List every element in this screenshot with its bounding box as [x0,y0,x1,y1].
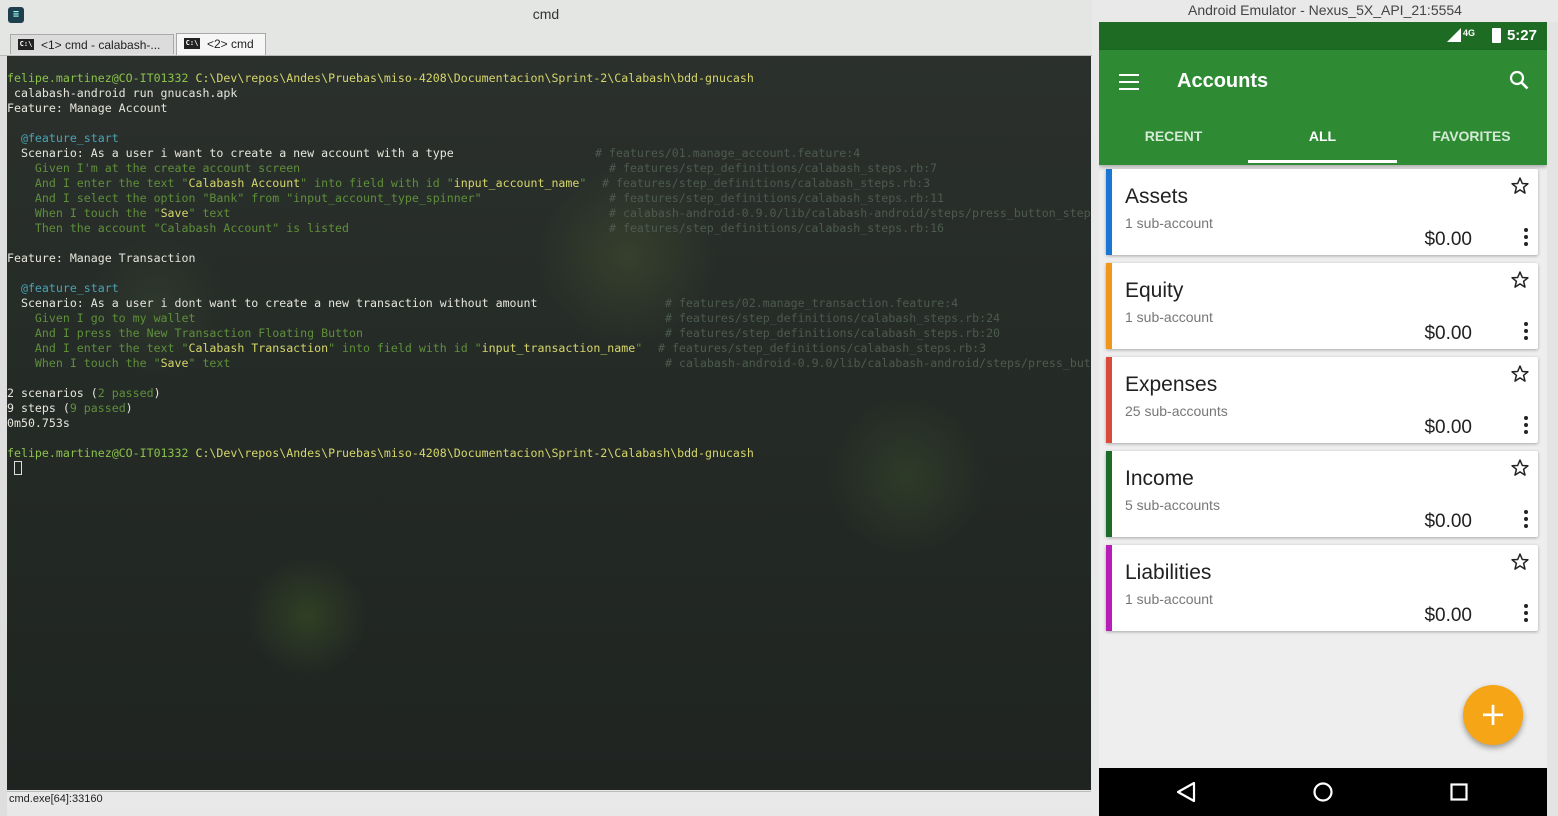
android-status-bar: 4G 5:27 [1099,22,1547,50]
account-name: Assets [1125,185,1189,208]
prompt-path: C:\Dev\repos\Andes\Pruebas\miso-4208\Doc… [195,71,754,85]
step-line: When I touch the "Save" text # calabash-a… [7,356,1091,370]
account-balance: $0.00 [1424,511,1472,532]
overflow-icon[interactable] [1524,510,1528,528]
cmd-tab-1[interactable]: C:\ <1> cmd - calabash-... [10,34,174,54]
step-line: Then the account "Calabash Account" is l… [7,221,945,235]
step-line: Given I go to my wallet # features/step_d… [7,311,1001,325]
android-nav-bar [1099,768,1547,816]
account-color-bar [1106,451,1112,537]
scenario-line: Scenario: As a user i dont want to creat… [7,296,959,310]
search-icon[interactable] [1509,70,1529,90]
overflow-icon[interactable] [1524,228,1528,246]
signal-icon [1447,28,1461,42]
scenario-line: Scenario: As a user i want to create a n… [7,146,861,160]
overflow-icon[interactable] [1524,416,1528,434]
network-type: 4G [1462,28,1475,38]
duration-line: 0m50.753s [7,416,70,430]
step-line: Given I'm at the create account screen # … [7,161,938,175]
account-subaccounts: 25 sub-accounts [1125,403,1228,419]
account-name: Income [1125,467,1194,490]
account-subaccounts: 1 sub-account [1125,215,1213,231]
account-balance: $0.00 [1424,417,1472,438]
prompt-user: felipe.martinez@CO-IT01332 [7,446,189,460]
add-account-fab[interactable]: + [1463,685,1523,745]
tab-favorites[interactable]: FAVORITES [1397,128,1546,144]
account-card[interactable]: Liabilities 1 sub-account $0.00 [1106,545,1538,631]
cmd-tab-2-label: <2> cmd [207,37,254,51]
cmd-frame-edge [0,56,7,816]
phone-screen[interactable]: 4G 5:27 Accounts RECENT ALL FAVORITES As… [1099,22,1547,816]
account-name: Liabilities [1125,561,1212,584]
android-emulator-window: Android Emulator - Nexus_5X_API_21:5554 … [1092,0,1558,816]
app-bar: Accounts RECENT ALL FAVORITES [1099,50,1547,165]
step-line: And I enter the text "Calabash Account" … [7,176,931,190]
cmd-titlebar: ≡ cmd [0,0,1092,30]
star-icon[interactable] [1510,270,1530,290]
tab-all[interactable]: ALL [1248,128,1397,144]
emulator-frame-edge [1547,22,1558,816]
step-line: And I press the New Transaction Floating… [7,326,1001,340]
account-balance: $0.00 [1424,605,1472,626]
prompt-user: felipe.martinez@CO-IT01332 [7,71,189,85]
text-cursor [13,461,22,475]
step-line: And I enter the text "Calabash Transacti… [7,341,987,355]
account-card[interactable]: Equity 1 sub-account $0.00 [1106,263,1538,349]
account-name: Expenses [1125,373,1218,396]
status-time: 5:27 [1506,27,1537,44]
home-icon[interactable] [1293,768,1353,816]
account-name: Equity [1125,279,1184,302]
account-color-bar [1106,169,1112,255]
prompt-line: felipe.martinez@CO-IT01332 C:\Dev\repos\… [7,446,1091,461]
command-line: calabash-android run gnucash.apk [7,86,238,100]
feature-line: Feature: Manage Transaction [7,251,196,265]
recents-icon[interactable] [1429,768,1489,816]
summary-steps: 9 steps (9 passed) [7,401,133,415]
prompt-path: C:\Dev\repos\Andes\Pruebas\miso-4208\Doc… [195,446,754,460]
summary-scenarios: 2 scenarios (2 passed) [7,386,161,400]
account-card[interactable]: Expenses 25 sub-accounts $0.00 [1106,357,1538,443]
cmd-tab-2[interactable]: C:\ <2> cmd [176,33,266,55]
cmd-status-bar: cmd.exe[64]:33160 [7,791,1091,807]
account-color-bar [1106,263,1112,349]
account-balance: $0.00 [1424,229,1472,250]
account-card[interactable]: Assets 1 sub-account $0.00 [1106,169,1538,255]
account-balance: $0.00 [1424,323,1472,344]
cmd-window-title: cmd [532,6,560,22]
overflow-icon[interactable] [1524,322,1528,340]
battery-icon [1492,28,1501,43]
account-color-bar [1106,545,1112,631]
star-icon[interactable] [1510,176,1530,196]
console-icon: C:\ [18,39,34,50]
back-icon[interactable] [1156,768,1216,816]
cmd-window: ≡ cmd C:\ <1> cmd - calabash-... C:\ <2>… [0,0,1092,816]
tag-line: @feature_start [7,131,119,145]
star-icon[interactable] [1510,458,1530,478]
step-line: When I touch the "Save" text # calabash-a… [7,206,1091,220]
tag-line: @feature_start [7,281,119,295]
app-title: Accounts [1177,70,1269,92]
account-subaccounts: 1 sub-account [1125,591,1213,607]
emulator-title: Android Emulator - Nexus_5X_API_21:5554 [1188,2,1462,18]
console-icon: C:\ [184,38,200,49]
account-subaccounts: 1 sub-account [1125,309,1213,325]
cmd-tab-bar: C:\ <1> cmd - calabash-... C:\ <2> cmd [0,30,1092,56]
overflow-icon[interactable] [1524,604,1528,622]
menu-icon[interactable] [1119,74,1139,90]
star-icon[interactable] [1510,552,1530,572]
prompt-line: felipe.martinez@CO-IT01332 C:\Dev\repos\… [7,71,1091,86]
tab-recent[interactable]: RECENT [1099,128,1248,144]
account-color-bar [1106,357,1112,443]
account-subaccounts: 5 sub-accounts [1125,497,1220,513]
account-card[interactable]: Income 5 sub-accounts $0.00 [1106,451,1538,537]
step-line: And I select the option "Bank" from "inp… [7,191,945,205]
tab-indicator [1248,160,1397,163]
feature-line: Feature: Manage Account [7,101,168,115]
console-output[interactable]: felipe.martinez@CO-IT01332 C:\Dev\repos\… [7,56,1091,790]
cmd-tab-1-label: <1> cmd - calabash-... [41,38,161,52]
star-icon[interactable] [1510,364,1530,384]
